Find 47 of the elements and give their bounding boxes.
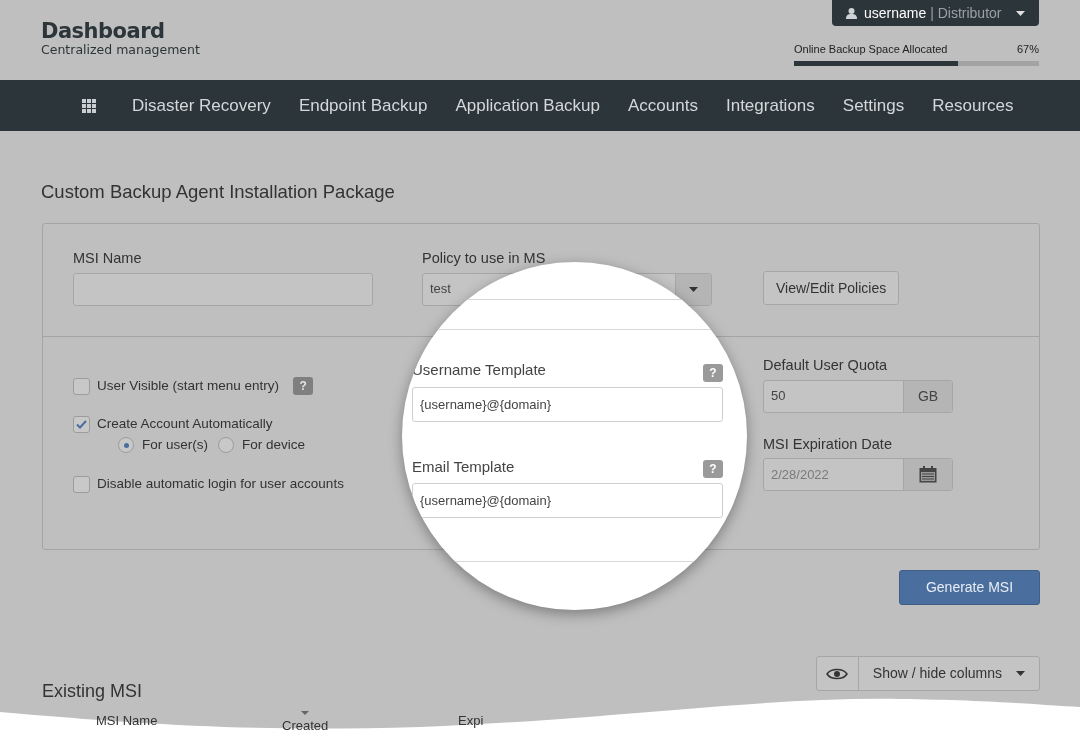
checkbox[interactable] bbox=[73, 415, 90, 433]
nav-link[interactable]: Accounts bbox=[628, 92, 698, 119]
calendar-icon bbox=[919, 465, 937, 483]
radio-button[interactable] bbox=[118, 437, 134, 454]
caret-icon bbox=[689, 286, 698, 292]
user-icon bbox=[846, 7, 857, 19]
input-field[interactable]: {username}@{domain} bbox=[412, 386, 723, 422]
field-label: MSI Expiration Date bbox=[763, 435, 893, 453]
field-label: Email Template bbox=[412, 456, 515, 477]
field-label: Default User Quota bbox=[763, 357, 889, 375]
check-icon bbox=[76, 419, 87, 429]
checkbox-label: Disable automatic login for user accounts bbox=[97, 475, 344, 494]
checkbox[interactable] bbox=[73, 475, 90, 493]
generate-button[interactable]: Generate MSI bbox=[899, 570, 1040, 606]
columns-button[interactable]: Show / hide columns bbox=[815, 656, 1040, 692]
input-field[interactable] bbox=[73, 272, 373, 306]
apps-grid-icon bbox=[82, 98, 96, 113]
quota-field[interactable]: 50 GB bbox=[763, 379, 953, 413]
radio-button[interactable] bbox=[218, 437, 234, 454]
section-title: Existing MSI bbox=[42, 680, 143, 704]
nav-link[interactable]: Integrations bbox=[725, 92, 815, 119]
nav-link[interactable]: Endpoint Backup bbox=[298, 92, 428, 119]
radio-label: For user(s) bbox=[142, 436, 208, 455]
logo-subtitle: Centralized management bbox=[41, 42, 200, 57]
storage-percent: 67% bbox=[1016, 42, 1039, 57]
column-header[interactable]: MSI Name bbox=[96, 711, 282, 736]
nav-link[interactable]: Resources bbox=[932, 92, 1014, 119]
column-header[interactable]: Expi bbox=[458, 711, 538, 736]
eye-icon bbox=[826, 666, 849, 681]
caret-icon bbox=[1016, 671, 1025, 677]
checkbox-label: Create Account Automatically bbox=[97, 415, 273, 434]
view-policies-button[interactable]: View/Edit Policies bbox=[763, 271, 900, 306]
checkbox[interactable] bbox=[73, 377, 90, 395]
radio-label: For device bbox=[242, 436, 306, 455]
caret-icon bbox=[1016, 10, 1025, 16]
field-label: MSI Name bbox=[73, 250, 143, 268]
input-field[interactable]: {username}@{domain} bbox=[412, 483, 723, 518]
logo-title: Dashboard bbox=[41, 21, 166, 42]
field-label: Policy to use in MS bbox=[422, 250, 547, 268]
nav-link[interactable]: Settings bbox=[842, 92, 905, 119]
page-title: Custom Backup Agent Installation Package bbox=[41, 181, 396, 204]
column-header[interactable]: Created bbox=[282, 716, 329, 736]
checkbox-label: User Visible (start menu entry) bbox=[97, 377, 280, 396]
nav-link[interactable]: Disaster Recovery bbox=[132, 92, 271, 119]
storage-label: Online Backup Space Allocated bbox=[794, 42, 948, 57]
user-menu[interactable]: username | Distributor bbox=[832, 0, 1039, 26]
nav-link[interactable]: Application Backup bbox=[455, 92, 600, 119]
